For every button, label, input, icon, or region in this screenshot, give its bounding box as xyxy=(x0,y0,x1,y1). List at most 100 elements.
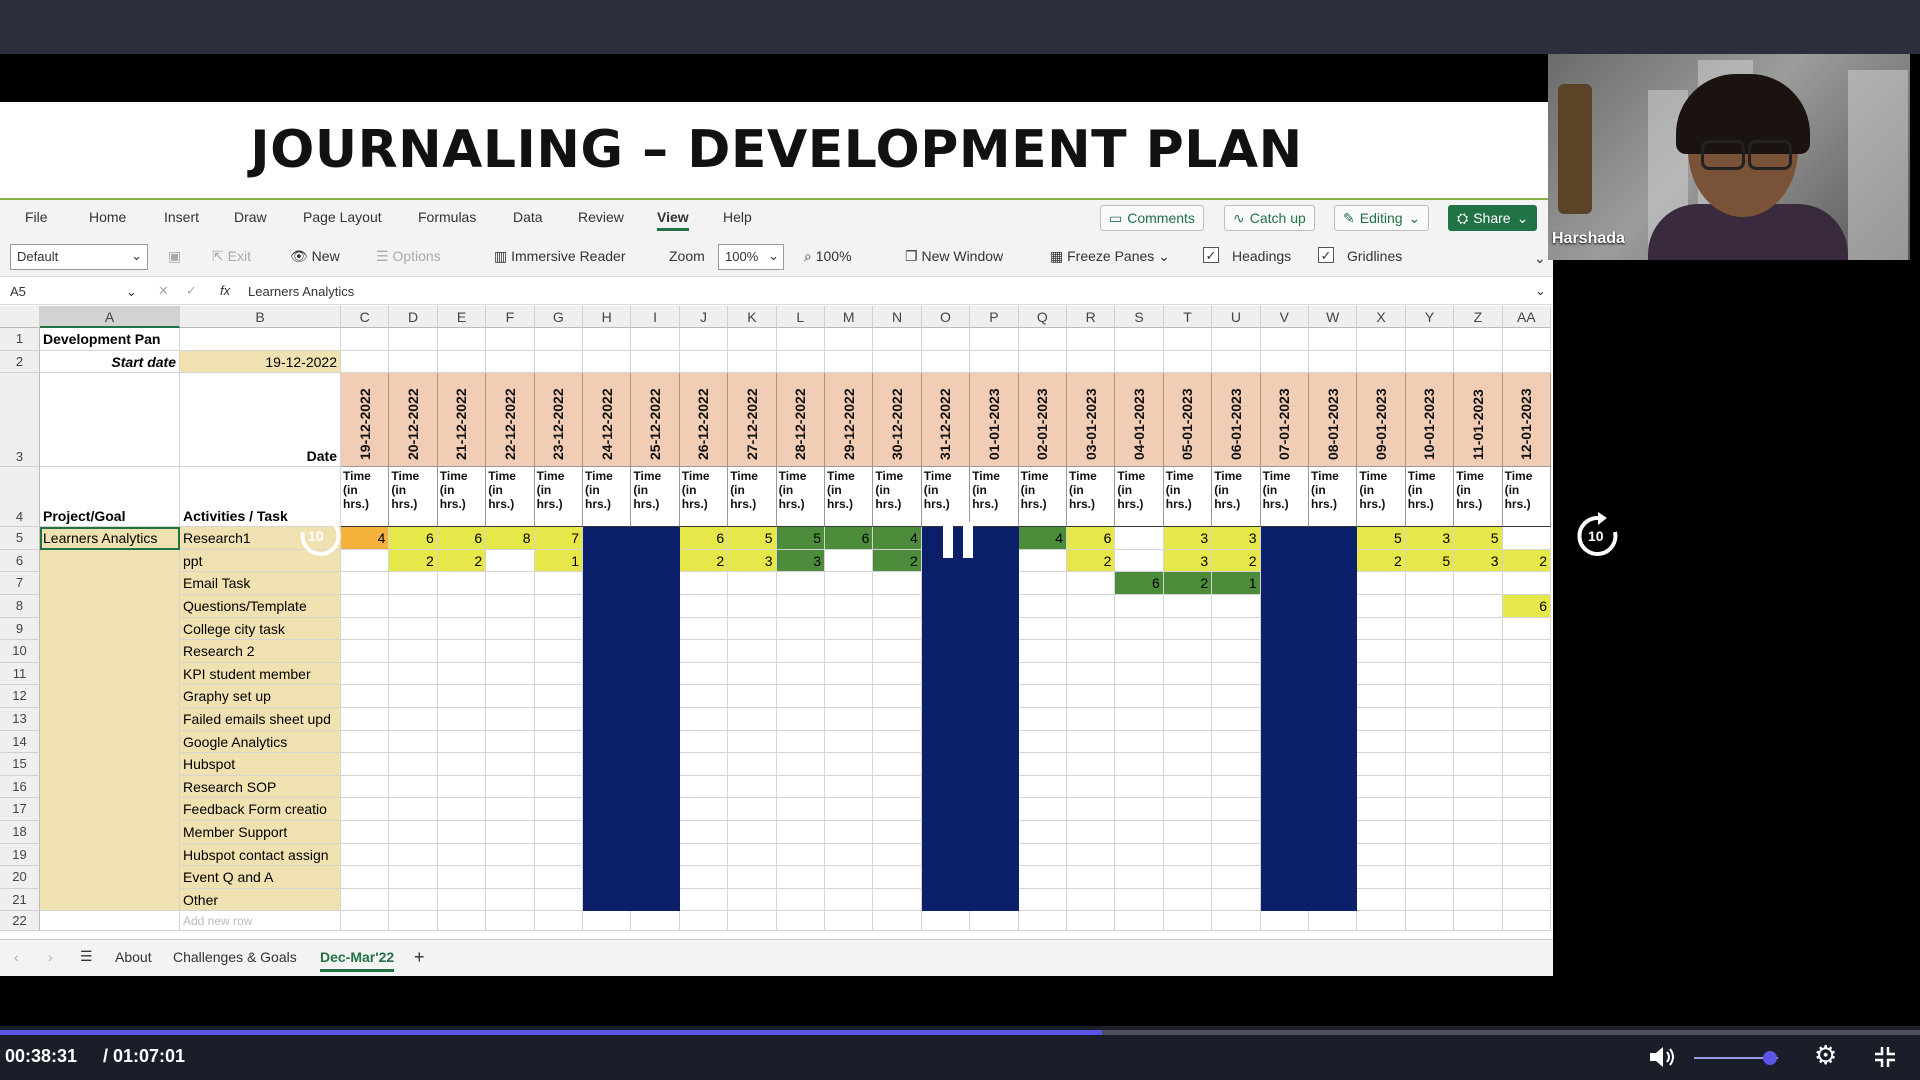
task-hours-cell[interactable] xyxy=(1163,821,1213,844)
cell-b1[interactable] xyxy=(180,328,341,351)
task-hours-cell[interactable] xyxy=(1018,843,1067,867)
forward-10-button[interactable]: 10 xyxy=(1574,512,1622,565)
task-hours-cell[interactable] xyxy=(776,640,825,663)
task-hours-cell[interactable]: 6 xyxy=(389,527,438,550)
task-hours-cell[interactable] xyxy=(1212,775,1261,799)
column-header[interactable]: Y xyxy=(1405,306,1455,328)
task-hours-cell[interactable] xyxy=(679,617,729,641)
task-hours-cell[interactable] xyxy=(825,753,874,776)
task-hours-cell[interactable]: 5 xyxy=(728,527,777,550)
column-header[interactable]: T xyxy=(1163,306,1213,328)
task-hours-cell[interactable] xyxy=(486,798,535,821)
task-hours-cell[interactable] xyxy=(1212,866,1261,889)
task-hours-cell[interactable] xyxy=(1260,685,1309,708)
task-hours-cell[interactable] xyxy=(1163,843,1213,867)
task-hours-cell[interactable] xyxy=(921,617,971,641)
column-header[interactable]: X xyxy=(1357,306,1406,328)
name-box[interactable]: A5 xyxy=(10,284,26,299)
task-hours-cell[interactable] xyxy=(1357,730,1406,754)
column-header[interactable]: P xyxy=(970,306,1019,328)
task-hours-cell[interactable] xyxy=(970,549,1019,573)
task-hours-cell[interactable] xyxy=(776,843,825,867)
column-header[interactable]: A xyxy=(40,306,180,328)
cell-a8[interactable] xyxy=(40,595,180,618)
task-hours-cell[interactable] xyxy=(486,775,535,799)
cell-a18[interactable] xyxy=(40,821,180,844)
task-hours-cell[interactable]: 4 xyxy=(873,527,922,550)
task-hours-cell[interactable]: 1 xyxy=(534,549,583,573)
task-hours-cell[interactable] xyxy=(1309,843,1358,867)
task-hours-cell[interactable] xyxy=(970,843,1019,867)
task-name[interactable]: Event Q and A xyxy=(180,866,341,889)
task-hours-cell[interactable] xyxy=(921,640,971,663)
task-hours-cell[interactable] xyxy=(1018,662,1067,686)
task-hours-cell[interactable] xyxy=(1018,549,1067,573)
task-hours-cell[interactable] xyxy=(1115,527,1164,550)
cell-a17[interactable] xyxy=(40,798,180,821)
row-header[interactable]: 15 xyxy=(0,753,40,776)
cell-a11[interactable] xyxy=(40,662,180,686)
cell-a21[interactable] xyxy=(40,888,180,912)
column-header[interactable]: D xyxy=(389,306,438,328)
share-button[interactable]: ⛭ Share ⌄ xyxy=(1448,205,1538,231)
task-hours-cell[interactable] xyxy=(970,685,1019,708)
task-hours-cell[interactable] xyxy=(1357,617,1406,641)
grid-cell[interactable] xyxy=(1067,328,1116,351)
task-hours-cell[interactable] xyxy=(825,549,874,573)
grid-cell[interactable] xyxy=(970,911,1019,932)
task-hours-cell[interactable] xyxy=(921,662,971,686)
comments-button[interactable]: ▭ Comments xyxy=(1100,205,1204,231)
task-hours-cell[interactable] xyxy=(1115,888,1164,912)
task-name[interactable]: College city task xyxy=(180,617,341,641)
task-hours-cell[interactable] xyxy=(631,888,680,912)
task-hours-cell[interactable] xyxy=(631,549,680,573)
task-hours-cell[interactable] xyxy=(1502,843,1551,867)
task-hours-cell[interactable] xyxy=(1405,685,1455,708)
task-hours-cell[interactable] xyxy=(679,595,729,618)
column-header[interactable]: F xyxy=(486,306,535,328)
volume-slider[interactable] xyxy=(1694,1051,1778,1065)
task-hours-cell[interactable] xyxy=(583,617,632,641)
grid-cell[interactable] xyxy=(534,350,583,374)
task-hours-cell[interactable] xyxy=(679,775,729,799)
task-hours-cell[interactable] xyxy=(1454,662,1503,686)
grid-cell[interactable] xyxy=(631,328,680,351)
task-hours-cell[interactable] xyxy=(776,617,825,641)
grid-cell[interactable] xyxy=(970,328,1019,351)
column-header[interactable]: M xyxy=(825,306,874,328)
task-hours-cell[interactable] xyxy=(921,595,971,618)
task-hours-cell[interactable] xyxy=(1260,730,1309,754)
task-hours-cell[interactable] xyxy=(1115,595,1164,618)
task-hours-cell[interactable]: 8 xyxy=(486,527,535,550)
task-hours-cell[interactable] xyxy=(1115,866,1164,889)
task-hours-cell[interactable] xyxy=(970,888,1019,912)
task-hours-cell[interactable] xyxy=(1454,775,1503,799)
grid-cell[interactable] xyxy=(1067,911,1116,932)
task-hours-cell[interactable] xyxy=(389,640,438,663)
cell-a9[interactable] xyxy=(40,617,180,641)
row-header[interactable]: 8 xyxy=(0,595,40,618)
task-hours-cell[interactable] xyxy=(534,730,583,754)
task-hours-cell[interactable] xyxy=(728,888,777,912)
task-hours-cell[interactable] xyxy=(534,595,583,618)
headings-checkbox[interactable]: ✓ xyxy=(1203,247,1219,263)
task-hours-cell[interactable] xyxy=(776,753,825,776)
task-hours-cell[interactable] xyxy=(776,685,825,708)
column-header[interactable]: C xyxy=(341,306,390,328)
task-hours-cell[interactable] xyxy=(728,685,777,708)
task-hours-cell[interactable] xyxy=(486,821,535,844)
task-hours-cell[interactable] xyxy=(728,843,777,867)
grid-cell[interactable] xyxy=(583,350,632,374)
task-hours-cell[interactable] xyxy=(776,821,825,844)
task-hours-cell[interactable] xyxy=(389,821,438,844)
task-hours-cell[interactable] xyxy=(1502,798,1551,821)
task-hours-cell[interactable] xyxy=(728,662,777,686)
task-hours-cell[interactable] xyxy=(970,775,1019,799)
task-hours-cell[interactable] xyxy=(873,775,922,799)
task-hours-cell[interactable] xyxy=(825,685,874,708)
grid-cell[interactable] xyxy=(679,328,729,351)
task-hours-cell[interactable] xyxy=(728,617,777,641)
row-header[interactable]: 21 xyxy=(0,888,40,912)
chevron-left-icon[interactable]: ‹ xyxy=(14,949,19,965)
grid-cell[interactable] xyxy=(40,911,180,932)
